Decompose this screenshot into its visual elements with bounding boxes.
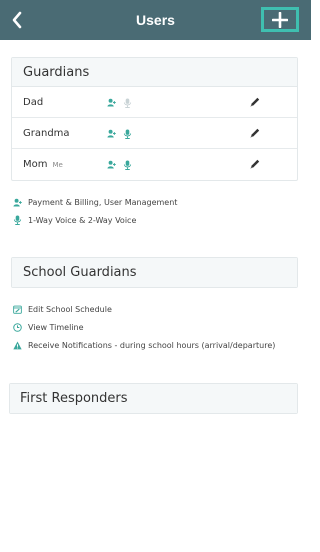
- edit-user-button[interactable]: [248, 95, 262, 109]
- microphone-icon: [123, 98, 132, 108]
- plus-icon: [272, 11, 288, 28]
- guardian-name: Grandma: [23, 118, 75, 150]
- clock-icon: [13, 322, 22, 332]
- user-admin-icon: [107, 98, 116, 107]
- guardians-title: Guardians: [12, 58, 297, 87]
- guardian-name: Mom Me: [23, 149, 63, 181]
- guardian-name-text: Dad: [23, 97, 44, 108]
- guardian-name-text: Grandma: [23, 128, 70, 139]
- guardian-permissions: [107, 129, 132, 139]
- legend-voice: 1-Way Voice & 2-Way Voice: [13, 211, 177, 229]
- microphone-icon: [13, 215, 22, 225]
- guardian-row[interactable]: Grandma: [12, 118, 297, 149]
- calendar-edit-icon: [13, 305, 22, 314]
- legend-schedule-text: Edit School Schedule: [28, 304, 112, 314]
- microphone-icon: [123, 160, 132, 170]
- guardian-permissions: [107, 98, 132, 108]
- school-guardians-card[interactable]: School Guardians: [11, 257, 298, 288]
- guardian-permissions: [107, 160, 132, 170]
- legend-schedule: Edit School Schedule: [13, 300, 275, 318]
- microphone-icon: [123, 129, 132, 139]
- legend-timeline: View Timeline: [13, 318, 275, 336]
- guardian-name-text: Mom: [23, 159, 48, 170]
- app-header: Users: [0, 0, 311, 40]
- first-responders-card[interactable]: First Responders: [9, 383, 298, 414]
- legend-notifications-text: Receive Notifications - during school ho…: [28, 340, 276, 350]
- school-guardians-title: School Guardians: [12, 258, 297, 287]
- user-admin-icon: [107, 160, 116, 169]
- warning-icon: [13, 340, 22, 349]
- legend-notifications: Receive Notifications - during school ho…: [13, 336, 275, 354]
- legend-timeline-text: View Timeline: [28, 322, 84, 332]
- guardians-card: Guardians Dad Grandma Mom Me: [11, 57, 298, 181]
- pencil-icon: [250, 97, 260, 107]
- school-guardians-legend: Edit School Schedule View Timeline Recei…: [13, 300, 275, 354]
- guardian-row[interactable]: Mom Me: [12, 149, 297, 180]
- legend-admin: Payment & Billing, User Management: [13, 193, 177, 211]
- first-responders-title: First Responders: [10, 384, 297, 413]
- pencil-icon: [250, 128, 260, 138]
- me-badge: Me: [52, 161, 63, 169]
- legend-admin-text: Payment & Billing, User Management: [28, 197, 178, 207]
- edit-user-button[interactable]: [248, 126, 262, 140]
- pencil-icon: [250, 159, 260, 169]
- user-admin-icon: [13, 198, 22, 207]
- user-admin-icon: [107, 129, 116, 138]
- guardians-legend: Payment & Billing, User Management 1-Way…: [13, 193, 177, 229]
- add-user-button[interactable]: [261, 7, 299, 32]
- legend-voice-text: 1-Way Voice & 2-Way Voice: [28, 215, 137, 225]
- guardian-row[interactable]: Dad: [12, 87, 297, 118]
- guardian-name: Dad: [23, 87, 48, 119]
- edit-user-button[interactable]: [248, 157, 262, 171]
